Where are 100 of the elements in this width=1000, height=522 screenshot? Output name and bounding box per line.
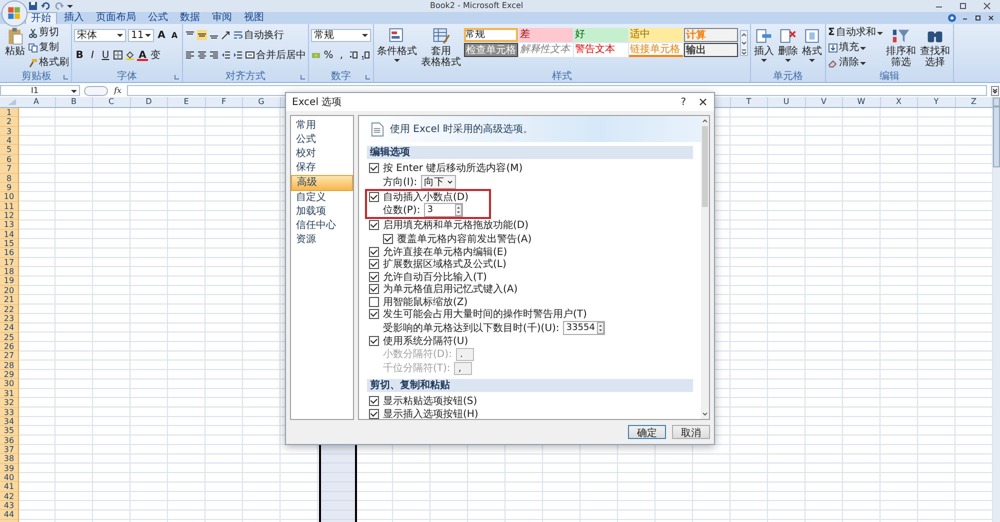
checkbox[interactable] (369, 272, 379, 282)
cell-style-option[interactable]: 输出 (684, 43, 738, 57)
name-box[interactable]: I1 (0, 85, 80, 96)
cell-style-option[interactable]: 解释性文本 (519, 43, 573, 57)
spinner-field[interactable]: 33554 (563, 320, 605, 334)
dialog-launcher-icon[interactable] (63, 74, 69, 80)
row-header[interactable]: 35 (0, 426, 18, 436)
cell-style-option[interactable]: 差 (519, 28, 573, 42)
checkbox[interactable] (369, 336, 379, 346)
checkbox[interactable] (369, 259, 379, 270)
row-header[interactable]: 12 (0, 210, 18, 220)
row-header[interactable]: 41 (0, 482, 18, 492)
column-header[interactable]: B (56, 97, 93, 107)
row-header[interactable]: 39 (0, 464, 18, 474)
increase-decimal-icon[interactable] (349, 50, 359, 60)
row-header[interactable]: 32 (0, 398, 18, 408)
row-header[interactable]: 8 (0, 174, 18, 183)
bold-button[interactable]: B (74, 48, 85, 62)
format-painter-button[interactable]: 格式刷 (28, 56, 69, 69)
insert-function-button[interactable]: fx (112, 86, 124, 95)
sort-filter-button[interactable]: 排序和 筛选 (884, 26, 917, 69)
column-header[interactable]: D (130, 97, 168, 107)
cell-style-option[interactable]: 好 (574, 28, 628, 42)
column-header[interactable]: C (93, 97, 130, 107)
grow-font-button[interactable]: A (156, 28, 167, 42)
ribbon-tab[interactable]: 插入 (59, 12, 89, 24)
checkbox[interactable] (369, 396, 379, 406)
paste-button[interactable]: 粘贴 (4, 26, 26, 58)
category-item[interactable]: 信任中心 (291, 219, 353, 233)
ribbon-tab[interactable]: 审阅 (207, 12, 237, 24)
fill-button[interactable]: 填充 (828, 41, 883, 54)
row-header[interactable]: 36 (0, 436, 18, 445)
checkbox[interactable] (369, 296, 379, 307)
row-header[interactable]: 5 (0, 145, 18, 155)
expand-icon[interactable] (991, 86, 999, 96)
row-header[interactable]: 27 (0, 351, 18, 361)
category-item[interactable]: 公式 (291, 133, 353, 147)
row-header[interactable]: 2 (0, 117, 18, 127)
row-header[interactable]: 15 (0, 239, 18, 248)
checkbox[interactable] (369, 408, 379, 419)
italic-button[interactable]: I (87, 48, 98, 62)
checkbox[interactable] (369, 220, 379, 230)
checkbox[interactable] (369, 309, 379, 320)
row-header[interactable]: 17 (0, 258, 18, 268)
close-icon[interactable] (986, 13, 996, 23)
column-header[interactable]: T (730, 97, 768, 107)
row-header[interactable]: 10 (0, 192, 18, 202)
spinner-field[interactable]: 3 (424, 203, 464, 217)
row-header[interactable]: 4 (0, 136, 18, 146)
row-header[interactable]: 22 (0, 304, 18, 314)
delete-cells-button[interactable]: 删除 (777, 26, 799, 64)
column-header[interactable]: F (206, 97, 243, 107)
dialog-launcher-icon[interactable] (174, 74, 180, 80)
column-header[interactable]: V (806, 97, 843, 107)
row-header[interactable]: 18 (0, 267, 18, 276)
dialog-button[interactable]: 取消 (672, 425, 710, 439)
dialog-launcher-icon[interactable] (365, 74, 371, 80)
row-header[interactable]: 25 (0, 332, 18, 342)
category-item[interactable]: 校对 (291, 147, 353, 161)
decrease-indent-icon[interactable] (221, 50, 231, 60)
ribbon-tab[interactable]: 视图 (239, 12, 269, 24)
caret-icon[interactable] (67, 3, 73, 9)
checkbox[interactable] (369, 246, 379, 257)
wrap-text-button[interactable]: 自动换行 (233, 28, 284, 42)
gallery-scroll-icon[interactable] (740, 28, 748, 58)
underline-button[interactable]: U (100, 48, 111, 62)
row-header[interactable]: 16 (0, 248, 18, 258)
spin-arrows-icon[interactable] (455, 204, 462, 216)
category-item[interactable]: 高级 (291, 175, 353, 191)
row-header[interactable]: 7 (0, 164, 18, 174)
row-header[interactable]: 42 (0, 492, 18, 502)
align-middle-icon[interactable] (197, 30, 207, 40)
checkbox[interactable] (369, 284, 379, 294)
row-header[interactable]: 44 (0, 510, 18, 520)
row-header[interactable]: 43 (0, 501, 18, 510)
row-header[interactable]: 40 (0, 473, 18, 482)
column-header[interactable]: X (880, 97, 918, 107)
font-size-field[interactable]: 11 (128, 28, 154, 42)
insert-cells-button[interactable]: 插入 (753, 26, 775, 64)
shrink-font-button[interactable]: A (169, 28, 180, 42)
align-center-icon[interactable] (197, 50, 207, 60)
row-header[interactable]: 24 (0, 323, 18, 333)
number-format-field[interactable]: 常规 (311, 28, 371, 42)
scrollbar[interactable] (701, 116, 709, 419)
row-header[interactable]: 34 (0, 416, 18, 426)
row-header[interactable]: 33 (0, 408, 18, 417)
phonetic-button[interactable]: 变 (150, 48, 161, 62)
ribbon-tab[interactable]: 公式 (143, 12, 173, 24)
direction-dropdown[interactable]: 向下 (421, 174, 456, 188)
increase-indent-icon[interactable] (233, 50, 243, 60)
undo-icon[interactable] (41, 1, 51, 11)
column-header[interactable]: U (768, 97, 806, 107)
autosum-button[interactable]: Σ 自动求和 (828, 26, 883, 39)
font-color-button[interactable]: A (137, 50, 148, 60)
row-header[interactable]: 6 (0, 154, 18, 164)
copy-button[interactable]: 复制 (28, 41, 69, 54)
category-item[interactable]: 自定义 (291, 191, 353, 205)
percent-button[interactable]: % (323, 48, 334, 62)
row-header[interactable]: 28 (0, 360, 18, 370)
row-header[interactable]: 37 (0, 444, 18, 454)
